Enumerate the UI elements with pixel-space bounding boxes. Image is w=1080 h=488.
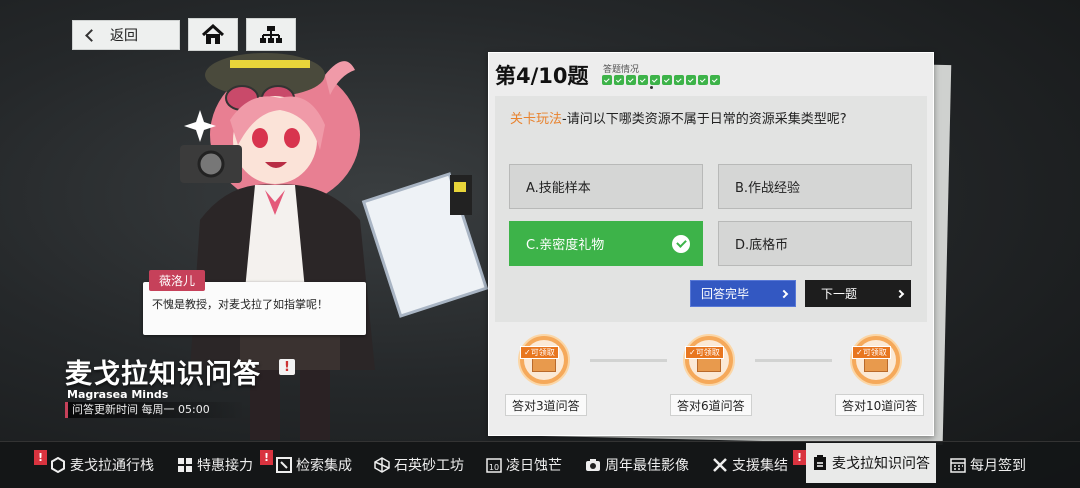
reward-label-6: 答对6道问答 <box>670 394 752 416</box>
tab-eclipse[interactable]: 10 凌日蚀芒 <box>486 450 562 480</box>
option-d-label: D.底格币 <box>735 238 789 253</box>
calendar-icon <box>950 457 966 473</box>
tab-label: 凌日蚀芒 <box>506 458 562 474</box>
progress-check-icon <box>686 75 696 85</box>
event-title: 麦戈拉知识问答 <box>65 359 261 390</box>
dialog-speaker: 薇洛儿 <box>149 270 206 291</box>
tab-quiz[interactable]: 麦戈拉知识问答 <box>806 443 936 483</box>
next-question-button[interactable]: 下一题 <box>805 280 911 307</box>
svg-text:10: 10 <box>489 463 499 472</box>
update-info: 问答更新时间 每周一 05:00 <box>65 402 245 418</box>
progress-check-icon <box>614 75 624 85</box>
claimable-tag: ✓可领取 <box>685 346 724 359</box>
grid-icon <box>177 457 193 473</box>
dialog-text: 不愧是教授，对麦戈拉了如指掌呢！ <box>152 298 328 311</box>
search-grid-icon <box>276 457 292 473</box>
progress-check-icon <box>650 75 660 85</box>
option-c-label: C.亲密度礼物 <box>526 238 605 253</box>
reward-label-3: 答对3道问答 <box>505 394 587 416</box>
progress-check-icon <box>662 75 672 85</box>
clipboard-icon <box>812 455 828 471</box>
tab-label: 周年最佳影像 <box>605 458 689 474</box>
tab-label: 麦戈拉知识问答 <box>832 456 930 472</box>
chevron-right-icon <box>895 289 905 298</box>
hexagon-icon <box>50 457 66 473</box>
progress-check-icon <box>698 75 708 85</box>
tab-label: 支援集结 <box>732 458 788 474</box>
question-body: -请问以下哪类资源不属于日常的资源采集类型呢? <box>562 112 847 127</box>
answer-done-label: 回答完毕 <box>701 287 750 301</box>
reward-connector <box>590 359 667 362</box>
progress-check-icon <box>674 75 684 85</box>
title-alert-badge: ! <box>279 359 295 375</box>
option-c[interactable]: C.亲密度礼物 <box>509 221 703 266</box>
reward-chest-10[interactable]: ✓可领取 <box>850 334 902 386</box>
option-b[interactable]: B.作战经验 <box>718 164 912 209</box>
tab-alert-badge: ! <box>34 450 47 465</box>
tab-label: 每月签到 <box>970 458 1026 474</box>
reward-label-10: 答对10道问答 <box>835 394 925 416</box>
event-subtitle: Magrasea Minds <box>67 388 169 401</box>
question-number: 第4/10题 <box>495 64 589 88</box>
camera-icon <box>585 457 601 473</box>
progress-check-icon <box>626 75 636 85</box>
tab-signin[interactable]: 每月签到 <box>950 450 1026 480</box>
option-d[interactable]: D.底格币 <box>718 221 912 266</box>
tab-best-shots[interactable]: 周年最佳影像 <box>585 450 689 480</box>
current-question-marker <box>650 86 653 89</box>
reward-chest-3[interactable]: ✓可领取 <box>518 334 570 386</box>
tab-pass[interactable]: 麦戈拉通行栈 <box>50 450 154 480</box>
next-question-label: 下一题 <box>821 287 858 301</box>
progress-label: 答题情况 <box>603 65 640 75</box>
progress-check-icon <box>710 75 720 85</box>
option-a-label: A.技能样本 <box>526 181 591 196</box>
tab-workshop[interactable]: 石英砂工坊 <box>374 450 464 480</box>
question-text: 关卡玩法-请问以下哪类资源不属于日常的资源采集类型呢? <box>510 108 847 127</box>
reward-connector <box>755 359 832 362</box>
cross-arrows-icon <box>712 457 728 473</box>
chevron-right-icon <box>779 289 789 298</box>
chevron-left-icon <box>85 28 98 42</box>
claimable-tag: ✓可领取 <box>852 346 891 359</box>
tab-alert-badge: ! <box>260 450 273 465</box>
claimable-tag: ✓可领取 <box>520 346 559 359</box>
option-b-label: B.作战经验 <box>735 181 801 196</box>
option-a[interactable]: A.技能样本 <box>509 164 703 209</box>
answer-done-button[interactable]: 回答完毕 <box>690 280 796 307</box>
back-label: 返回 <box>110 28 138 44</box>
tab-label: 检索集成 <box>296 458 352 474</box>
tab-search[interactable]: 检索集成 <box>276 450 352 480</box>
tab-label: 石英砂工坊 <box>394 458 464 474</box>
check-circle-icon <box>672 234 690 253</box>
progress-check-icon <box>602 75 612 85</box>
tab-alert-badge: ! <box>793 450 806 465</box>
reward-chest-6[interactable]: ✓可领取 <box>683 334 735 386</box>
tab-relay[interactable]: 特惠接力 <box>177 450 253 480</box>
calendar-10-icon: 10 <box>486 457 502 473</box>
tab-support[interactable]: 支援集结 <box>712 450 788 480</box>
tab-label: 麦戈拉通行栈 <box>70 458 154 474</box>
cube-icon <box>374 457 390 473</box>
question-tag: 关卡玩法 <box>510 112 563 127</box>
progress-check-icon <box>638 75 648 85</box>
tab-label: 特惠接力 <box>197 458 253 474</box>
progress-dots <box>602 75 720 85</box>
